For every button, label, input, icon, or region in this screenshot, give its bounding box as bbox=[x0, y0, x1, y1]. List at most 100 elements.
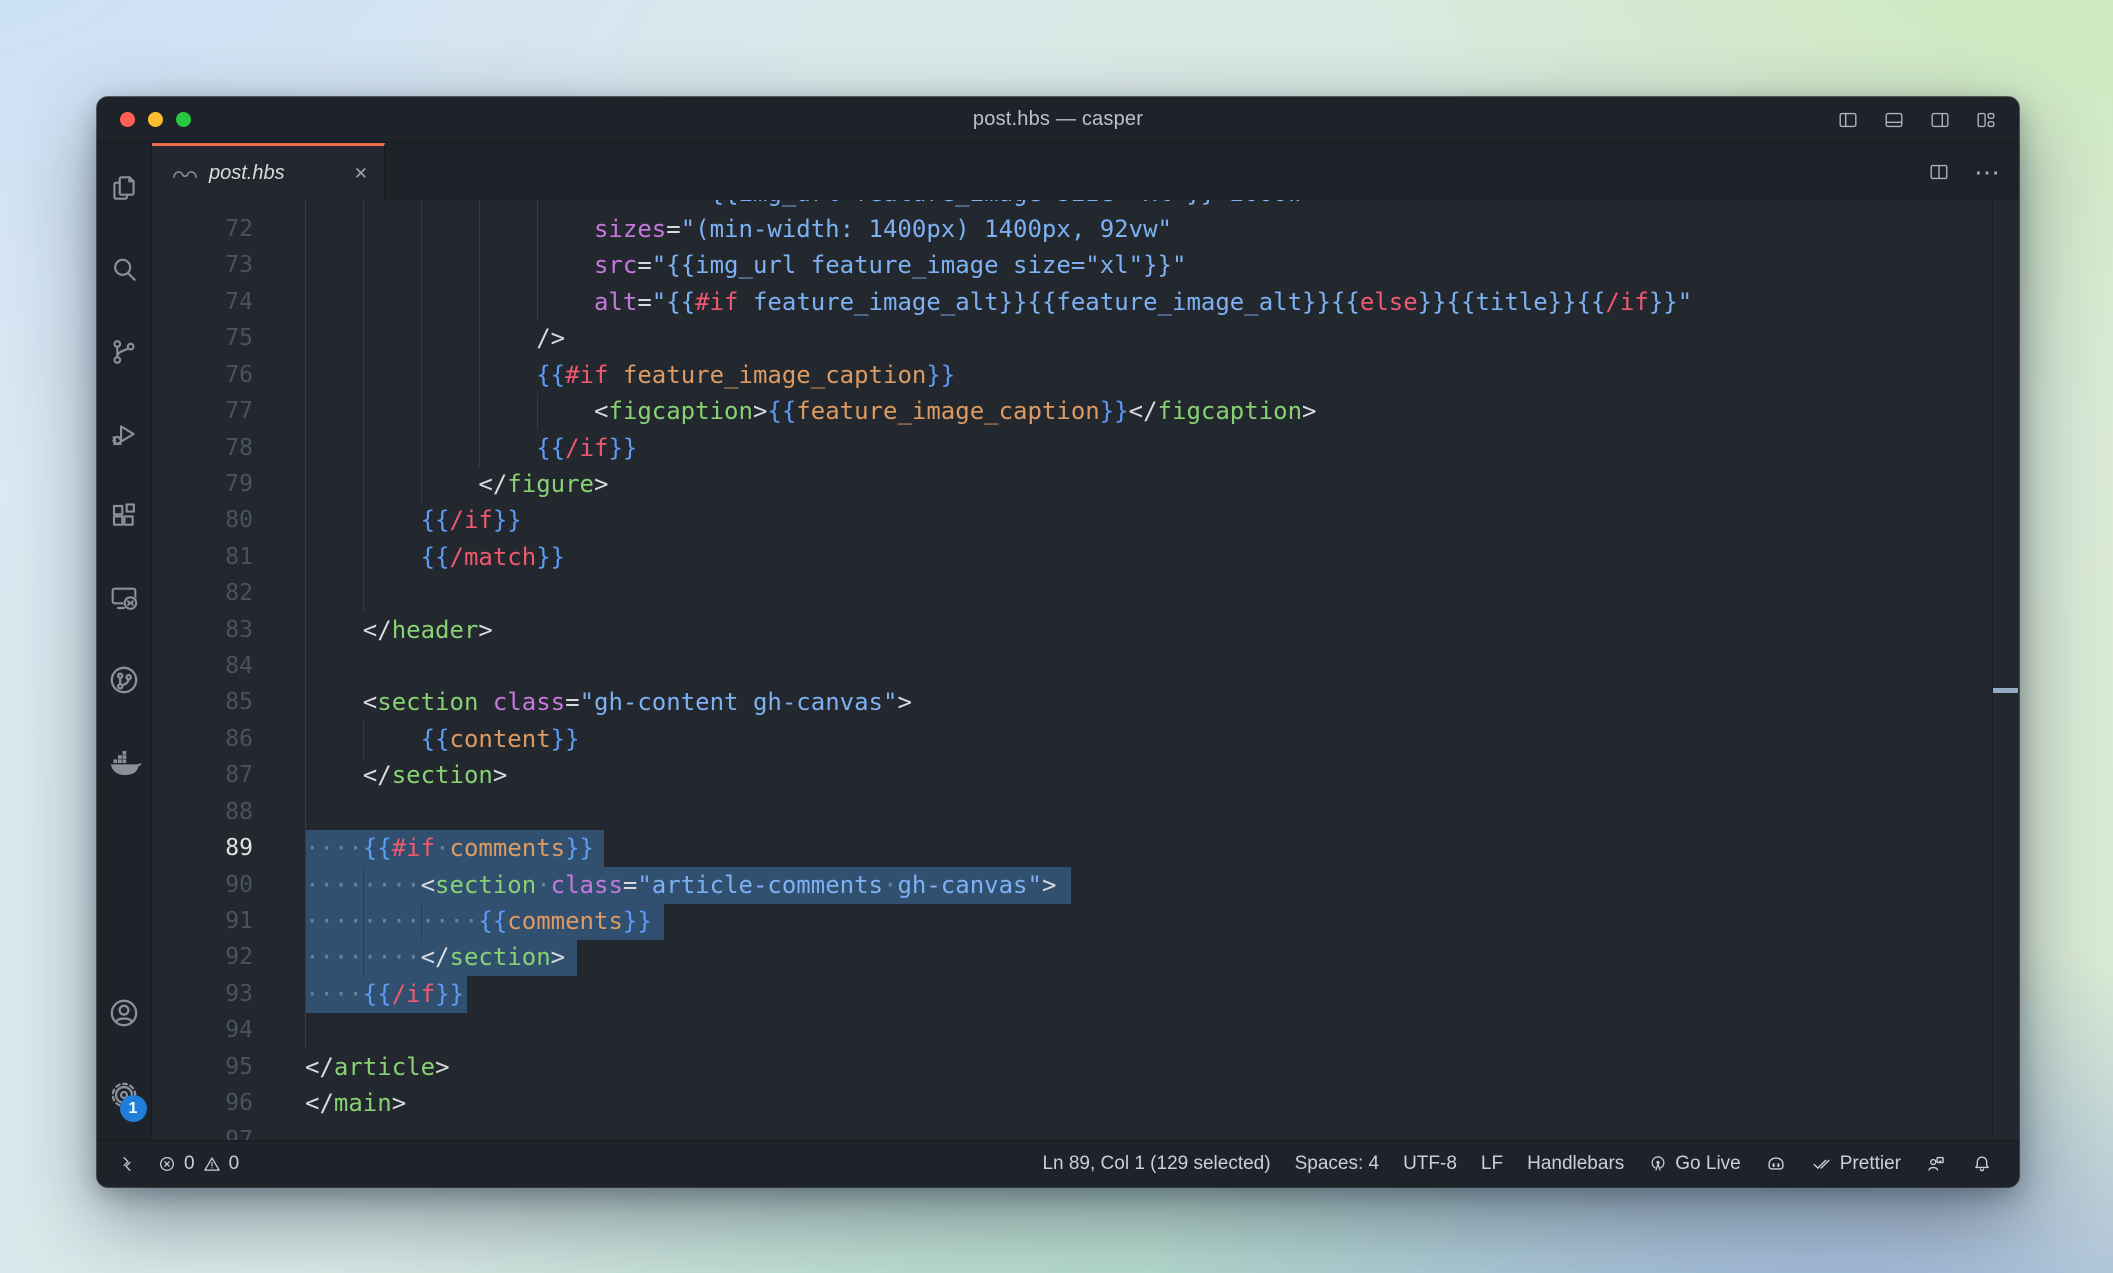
tab-label: post.hbs bbox=[209, 162, 285, 185]
code-line[interactable]: 75 /> bbox=[152, 320, 2019, 357]
code-line[interactable]: 87 </section> bbox=[152, 757, 2019, 794]
line-number: 85 bbox=[152, 684, 253, 721]
code-line[interactable]: 90········<section·class="article-commen… bbox=[152, 867, 2019, 904]
code-line[interactable]: 72 sizes="(min-width: 1400px) 1400px, 92… bbox=[152, 211, 2019, 248]
code-line[interactable]: 74 alt="{{#if feature_image_alt}}{{featu… bbox=[152, 284, 2019, 321]
code-line[interactable]: 83 </header> bbox=[152, 612, 2019, 649]
code-line[interactable]: 96</main> bbox=[152, 1085, 2019, 1122]
remote-indicator[interactable] bbox=[109, 1154, 145, 1174]
prettier-status[interactable]: Prettier bbox=[1803, 1153, 1909, 1175]
feedback-icon bbox=[1925, 1153, 1947, 1175]
split-editor-icon[interactable] bbox=[1928, 161, 1950, 183]
toggle-primary-sidebar-icon[interactable] bbox=[1837, 109, 1859, 131]
search-icon bbox=[108, 254, 140, 286]
sidebar-item-explorer[interactable] bbox=[97, 147, 152, 229]
line-number: 71 bbox=[152, 200, 253, 212]
sidebar-item-source-control[interactable] bbox=[97, 311, 152, 393]
line-number: 88 bbox=[152, 794, 253, 831]
more-actions-icon[interactable]: ⋯ bbox=[1974, 159, 2001, 185]
line-number: 76 bbox=[152, 357, 253, 394]
notifications[interactable] bbox=[1963, 1153, 2001, 1175]
feedback[interactable] bbox=[1917, 1153, 1955, 1175]
line-number: 84 bbox=[152, 648, 253, 685]
code-line[interactable]: 97 bbox=[152, 1122, 2019, 1141]
sidebar-item-extensions[interactable] bbox=[97, 475, 152, 557]
code-line[interactable]: 86 {{content}} bbox=[152, 721, 2019, 758]
eol-sequence[interactable]: LF bbox=[1473, 1153, 1511, 1175]
line-number: 74 bbox=[152, 284, 253, 321]
settings-badge: 1 bbox=[120, 1095, 147, 1122]
code-line[interactable]: 78 {{/if}} bbox=[152, 430, 2019, 467]
code-line[interactable]: 76 {{#if feature_image_caption}} bbox=[152, 357, 2019, 394]
line-number: 97 bbox=[152, 1122, 253, 1141]
code-line[interactable]: 81 {{/match}} bbox=[152, 539, 2019, 576]
go-live[interactable]: Go Live bbox=[1640, 1153, 1748, 1175]
settings-button[interactable]: 1 bbox=[97, 1054, 152, 1136]
tab-bar: post.hbs ✕ ⋯ bbox=[152, 143, 2019, 200]
titlebar[interactable]: post.hbs — casper bbox=[97, 97, 2019, 143]
problems-indicator[interactable]: 0 0 bbox=[149, 1153, 247, 1175]
line-number: 72 bbox=[152, 211, 253, 248]
circled-graph-icon bbox=[107, 663, 141, 697]
code-line[interactable]: 95</article> bbox=[152, 1049, 2019, 1086]
toggle-secondary-sidebar-icon[interactable] bbox=[1929, 109, 1951, 131]
copilot-status[interactable] bbox=[1757, 1153, 1795, 1175]
status-bar: 0 0 Ln 89, Col 1 (129 selected) Spaces: … bbox=[97, 1140, 2019, 1187]
line-number: 95 bbox=[152, 1049, 253, 1086]
code-line[interactable]: 84 bbox=[152, 648, 2019, 685]
tab-post-hbs[interactable]: post.hbs ✕ bbox=[152, 143, 385, 200]
line-number: 73 bbox=[152, 247, 253, 284]
code-line[interactable]: 80 {{/if}} bbox=[152, 502, 2019, 539]
code-line[interactable]: 91············{{comments}} bbox=[152, 903, 2019, 940]
code-line[interactable]: 71 {{img_url feature_image size="xl"}} 2… bbox=[152, 200, 2019, 212]
remote-explorer-icon bbox=[108, 582, 140, 614]
encoding[interactable]: UTF-8 bbox=[1395, 1153, 1465, 1175]
extensions-icon bbox=[108, 500, 140, 532]
handlebars-icon bbox=[172, 166, 198, 181]
code-line[interactable]: 79 </figure> bbox=[152, 466, 2019, 503]
account-icon bbox=[107, 996, 141, 1030]
line-number: 77 bbox=[152, 393, 253, 430]
sidebar-item-search[interactable] bbox=[97, 229, 152, 311]
vscode-window: post.hbs — casper bbox=[97, 97, 2019, 1187]
broadcast-icon bbox=[1648, 1154, 1668, 1174]
source-control-icon bbox=[108, 336, 140, 368]
line-number: 91 bbox=[152, 903, 253, 940]
debug-icon bbox=[108, 418, 140, 450]
line-number: 86 bbox=[152, 721, 253, 758]
line-number: 81 bbox=[152, 539, 253, 576]
code-editor[interactable]: 71 {{img_url feature_image size="xl"}} 2… bbox=[152, 200, 2019, 1140]
sidebar-item-remote-explorer[interactable] bbox=[97, 557, 152, 639]
line-number: 79 bbox=[152, 466, 253, 503]
sidebar-item-version-graph[interactable] bbox=[97, 639, 152, 721]
code-line[interactable]: 73 src="{{img_url feature_image size="xl… bbox=[152, 247, 2019, 284]
warnings-count: 0 bbox=[229, 1153, 240, 1175]
cursor-position[interactable]: Ln 89, Col 1 (129 selected) bbox=[1034, 1153, 1278, 1175]
code-line[interactable]: 94 bbox=[152, 1012, 2019, 1049]
copilot-icon bbox=[1765, 1153, 1787, 1175]
line-number: 96 bbox=[152, 1085, 253, 1122]
indentation[interactable]: Spaces: 4 bbox=[1287, 1153, 1388, 1175]
code-line[interactable]: 89····{{#if·comments}} bbox=[152, 830, 2019, 867]
bell-icon bbox=[1971, 1153, 1993, 1175]
remote-indicator-icon bbox=[117, 1154, 137, 1174]
code-line[interactable]: 93····{{/if}} bbox=[152, 976, 2019, 1013]
line-number: 82 bbox=[152, 575, 253, 612]
language-mode[interactable]: Handlebars bbox=[1519, 1153, 1632, 1175]
code-line[interactable]: 92········</section> bbox=[152, 939, 2019, 976]
line-number: 93 bbox=[152, 976, 253, 1013]
code-line[interactable]: 88 bbox=[152, 794, 2019, 831]
line-number: 83 bbox=[152, 612, 253, 649]
code-line[interactable]: 77 <figcaption>{{feature_image_caption}}… bbox=[152, 393, 2019, 430]
line-number: 80 bbox=[152, 502, 253, 539]
sidebar-item-run-debug[interactable] bbox=[97, 393, 152, 475]
customize-layout-icon[interactable] bbox=[1975, 109, 1997, 131]
sidebar-item-docker[interactable] bbox=[97, 721, 152, 803]
code-line[interactable]: 85 <section class="gh-content gh-canvas"… bbox=[152, 684, 2019, 721]
toggle-panel-icon[interactable] bbox=[1883, 109, 1905, 131]
code-line[interactable]: 82 bbox=[152, 575, 2019, 612]
close-tab-icon[interactable]: ✕ bbox=[354, 165, 368, 182]
desktop-wallpaper: post.hbs — casper bbox=[0, 0, 2113, 1273]
errors-count: 0 bbox=[184, 1153, 195, 1175]
account-button[interactable] bbox=[97, 972, 152, 1054]
